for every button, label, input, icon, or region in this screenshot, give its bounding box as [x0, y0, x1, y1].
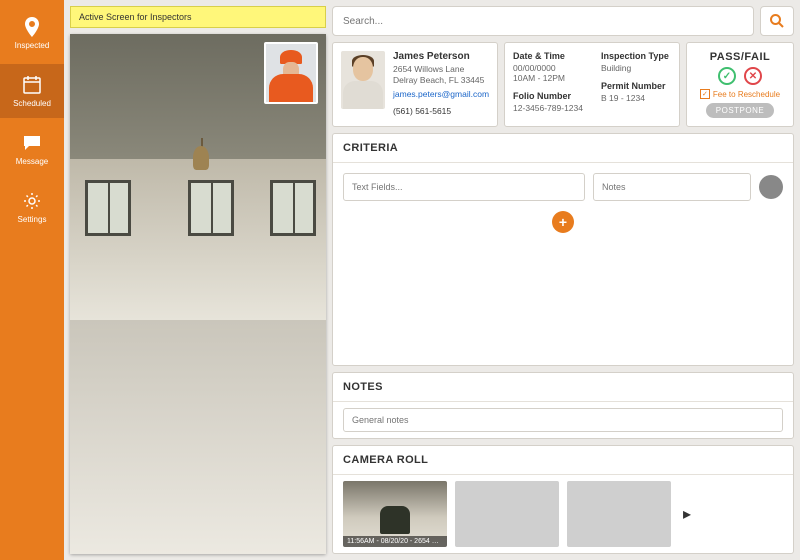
sidebar-item-settings[interactable]: Settings	[0, 180, 64, 234]
notes-section: NOTES	[332, 372, 794, 439]
capture-button[interactable]	[179, 506, 217, 544]
avatar	[341, 51, 385, 109]
right-column: James Peterson 2654 Willows Lane Delray …	[332, 6, 794, 554]
search-button[interactable]	[760, 6, 794, 36]
person-address-1: 2654 Willows Lane	[393, 64, 489, 74]
fee-label: Fee to Reschedule	[713, 90, 780, 99]
person-name: James Peterson	[393, 51, 489, 62]
passfail-title: PASS/FAIL	[710, 51, 771, 63]
folio-label: Folio Number	[513, 91, 583, 101]
postpone-button[interactable]: POSTPONE	[706, 103, 774, 118]
sidebar-label: Scheduled	[13, 99, 51, 108]
calendar-icon	[21, 74, 43, 96]
main: Active Screen for Inspectors	[64, 0, 800, 560]
criteria-section: CRITERIA +	[332, 133, 794, 366]
type-value: Building	[601, 63, 669, 73]
camera-header: CAMERA ROLL	[333, 446, 793, 475]
camera-roll-next[interactable]: ▸	[679, 481, 695, 547]
meta-card: Date & Time 00/00/0000 10AM - 12PM Folio…	[504, 42, 680, 127]
notes-header: NOTES	[333, 373, 793, 402]
add-criteria-button[interactable]: +	[552, 211, 574, 233]
permit-label: Permit Number	[601, 81, 669, 91]
date-value: 00/00/0000	[513, 63, 583, 73]
passfail-card: PASS/FAIL ✓ ✕ ✓ Fee to Reschedule POSTPO…	[686, 42, 794, 127]
message-icon	[21, 132, 43, 154]
type-label: Inspection Type	[601, 51, 669, 61]
criteria-notes-input[interactable]	[593, 173, 751, 201]
sidebar-label: Message	[16, 157, 48, 166]
criteria-header: CRITERIA	[333, 134, 793, 163]
info-row: James Peterson 2654 Willows Lane Delray …	[332, 42, 794, 127]
date-label: Date & Time	[513, 51, 583, 61]
search-icon	[769, 13, 785, 29]
camera-roll-item[interactable]: 11:56AM - 08/20/20 - 2654 Willows Lane..…	[343, 481, 447, 547]
camera-roll-item[interactable]	[567, 481, 671, 547]
check-icon: ✓	[700, 89, 710, 99]
pin-icon	[21, 16, 43, 38]
search-row	[332, 6, 794, 36]
fail-button[interactable]: ✕	[744, 67, 762, 85]
search-input[interactable]	[332, 6, 754, 36]
inspector-thumbnail[interactable]	[264, 42, 318, 104]
criteria-text-input[interactable]	[343, 173, 585, 201]
left-column: Active Screen for Inspectors	[70, 6, 326, 554]
person-phone: (561) 561-5615	[393, 106, 489, 116]
camera-roll-item[interactable]	[455, 481, 559, 547]
sidebar-item-inspected[interactable]: Inspected	[0, 6, 64, 60]
folio-value: 12-3456-789-1234	[513, 103, 583, 113]
sidebar-label: Settings	[18, 215, 47, 224]
fee-checkbox[interactable]: ✓ Fee to Reschedule	[700, 89, 780, 99]
sidebar-label: Inspected	[15, 41, 50, 50]
gear-icon	[21, 190, 43, 212]
active-screen-banner: Active Screen for Inspectors	[70, 6, 326, 28]
criteria-action-button[interactable]	[759, 175, 783, 199]
person-address-2: Delray Beach, FL 33445	[393, 75, 489, 85]
time-value: 10AM - 12PM	[513, 73, 583, 83]
person-card: James Peterson 2654 Willows Lane Delray …	[332, 42, 498, 127]
video-feed[interactable]	[70, 34, 326, 554]
chevron-right-icon: ▸	[683, 504, 691, 524]
camera-roll-section: CAMERA ROLL 11:56AM - 08/20/20 - 2654 Wi…	[332, 445, 794, 554]
person-email[interactable]: james.peters@gmail.com	[393, 89, 489, 99]
pass-button[interactable]: ✓	[718, 67, 736, 85]
sidebar-item-scheduled[interactable]: Scheduled	[0, 64, 64, 118]
permit-value: B 19 - 1234	[601, 93, 669, 103]
notes-input[interactable]	[343, 408, 783, 432]
plus-icon: +	[559, 214, 567, 230]
sidebar-item-message[interactable]: Message	[0, 122, 64, 176]
sidebar: Inspected Scheduled Message Settings	[0, 0, 64, 560]
camera-roll-caption: 11:56AM - 08/20/20 - 2654 Willows Lane..…	[343, 536, 447, 547]
camera-icon	[189, 518, 207, 533]
